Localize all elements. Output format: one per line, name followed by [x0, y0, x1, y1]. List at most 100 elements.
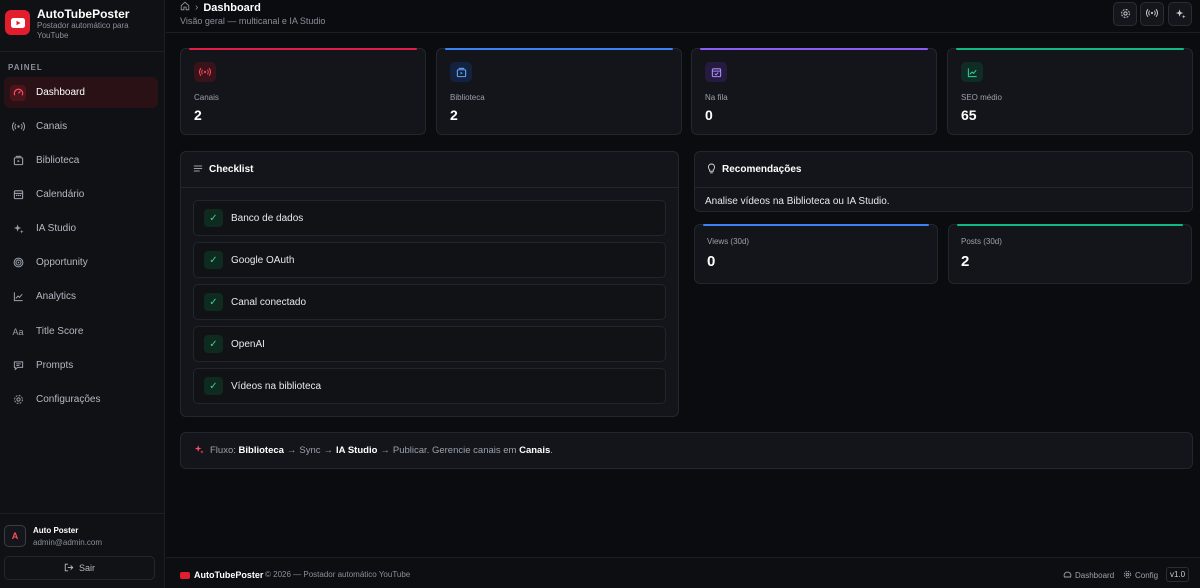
sparkles-icon [10, 221, 26, 237]
sparkles-icon [1175, 8, 1186, 21]
flow-suffix: Gerencie canais em [431, 445, 517, 456]
footer-link-config[interactable]: Config [1123, 570, 1158, 581]
check-icon: ✓ [204, 335, 223, 353]
flow-step-publicar: Publicar. [392, 445, 430, 456]
breadcrumb: › Dashboard [180, 1, 261, 14]
sidebar-item-label: Prompts [36, 360, 74, 371]
library-icon [450, 62, 472, 82]
check-label: OpenAI [231, 338, 265, 350]
gauge-icon [10, 84, 26, 101]
sidebar-item-label: Title Score [36, 326, 84, 337]
user-panel: A Auto Poster admin@admin.com Sair [0, 513, 165, 588]
stat-label: Canais [194, 93, 219, 102]
gear-icon [1123, 570, 1132, 581]
brand: AutoTubePoster Postador automático para … [0, 0, 165, 52]
accent-line [957, 224, 1183, 226]
user-name: Auto Poster [33, 526, 79, 535]
stat-card-biblioteca: Biblioteca 2 [436, 48, 682, 135]
checklist-panel: Checklist ✓ Banco de dados ✓ Google OAut… [180, 151, 679, 417]
brand-subtitle: Postador automático para YouTube [37, 21, 129, 40]
check-icon: ✓ [204, 251, 223, 269]
broadcast-icon [10, 119, 26, 135]
flow-step-ia-studio[interactable]: IA Studio [336, 445, 377, 456]
sidebar-item-calendario[interactable]: Calendário [4, 179, 158, 210]
sidebar-item-label: Analytics [36, 291, 77, 302]
stat-value: 65 [961, 107, 977, 123]
check-label: Vídeos na biblioteca [231, 380, 322, 392]
stat-value: 2 [194, 107, 202, 123]
check-icon: ✓ [204, 293, 223, 311]
arrow-icon: → [286, 445, 297, 456]
stat-label: Biblioteca [450, 93, 485, 102]
sidebar-item-label: Biblioteca [36, 155, 80, 166]
recommendation-text: Analise vídeos na Biblioteca ou IA Studi… [705, 196, 890, 207]
logout-icon [64, 563, 74, 574]
flow-step-biblioteca[interactable]: Biblioteca [239, 445, 284, 456]
ai-studio-button[interactable] [1168, 2, 1192, 26]
calendar-check-icon [705, 62, 727, 82]
youtube-logo-icon [5, 10, 30, 35]
broadcast-icon [194, 62, 216, 82]
list-item: ✓ OpenAI [193, 326, 666, 362]
flow-prefix: Fluxo: [210, 445, 236, 456]
nav-section-label: PAINEL [8, 63, 43, 72]
accent-line [956, 48, 1184, 50]
user-email: admin@admin.com [33, 538, 103, 547]
sidebar-item-prompts[interactable]: Prompts [4, 350, 158, 381]
sidebar-item-opportunity[interactable]: Opportunity [4, 247, 158, 278]
stat-label: Views (30d) [707, 237, 750, 246]
channels-button[interactable] [1140, 2, 1164, 26]
sidebar-item-canais[interactable]: Canais [4, 111, 158, 142]
stat-label: Na fila [705, 93, 728, 102]
list-icon [193, 164, 203, 176]
stat-label: SEO médio [961, 93, 1002, 102]
stat-card-views: Views (30d) 0 [694, 224, 938, 284]
stat-value: 0 [705, 107, 713, 123]
gauge-icon [1063, 570, 1072, 580]
checklist-title: Checklist [209, 164, 254, 175]
stat-card-na-fila: Na fila 0 [691, 48, 937, 135]
footer-copyright: © 2026 — Postador automático YouTube [265, 570, 411, 579]
footer-link-dashboard[interactable]: Dashboard [1063, 570, 1114, 580]
sidebar: AutoTubePoster Postador automático para … [0, 0, 165, 588]
stat-card-posts: Posts (30d) 2 [948, 224, 1192, 284]
list-item: ✓ Canal conectado [193, 284, 666, 320]
chart-line-icon [961, 62, 983, 82]
recommendations-panel: Recomendações Analise vídeos na Bibliote… [694, 151, 1193, 212]
sidebar-item-configuracoes[interactable]: Configurações [4, 384, 158, 415]
stat-value: 0 [707, 253, 716, 270]
accent-line [700, 48, 928, 50]
accent-line [189, 48, 417, 50]
stat-card-canais: Canais 2 [180, 48, 426, 135]
check-icon: ✓ [204, 377, 223, 395]
list-item: ✓ Banco de dados [193, 200, 666, 236]
check-icon: ✓ [204, 209, 223, 227]
message-icon [10, 358, 26, 374]
brand-name: AutoTubePoster [37, 7, 130, 21]
sidebar-item-biblioteca[interactable]: Biblioteca [4, 145, 158, 176]
chevron-right-icon: › [195, 2, 199, 13]
sidebar-item-dashboard[interactable]: Dashboard [4, 77, 158, 108]
page-title: Dashboard [203, 1, 261, 14]
calendar-icon [10, 187, 26, 203]
arrow-icon: → [323, 445, 334, 456]
logout-button[interactable]: Sair [4, 556, 155, 580]
sidebar-item-title-score[interactable]: Aa Title Score [4, 316, 158, 347]
check-label: Canal conectado [231, 296, 307, 308]
sidebar-item-analytics[interactable]: Analytics [4, 281, 158, 312]
stat-label: Posts (30d) [961, 237, 1002, 246]
home-icon[interactable] [180, 1, 190, 14]
list-item: ✓ Vídeos na biblioteca [193, 368, 666, 404]
library-icon [10, 153, 26, 169]
footer: AutoTubePoster © 2026 — Postador automát… [166, 557, 1200, 588]
flow-link-canais[interactable]: Canais [519, 445, 550, 456]
settings-button[interactable] [1113, 2, 1137, 26]
recommendations-title: Recomendações [722, 164, 802, 175]
footer-brand: AutoTubePoster [180, 570, 263, 580]
sidebar-item-ia-studio[interactable]: IA Studio [4, 213, 158, 244]
gear-icon [1120, 8, 1131, 21]
flow-banner: Fluxo: Biblioteca → Sync → IA Studio → P… [180, 432, 1193, 469]
gear-icon [10, 392, 26, 408]
flow-step-sync: Sync [299, 445, 321, 456]
chart-line-icon [10, 289, 26, 305]
